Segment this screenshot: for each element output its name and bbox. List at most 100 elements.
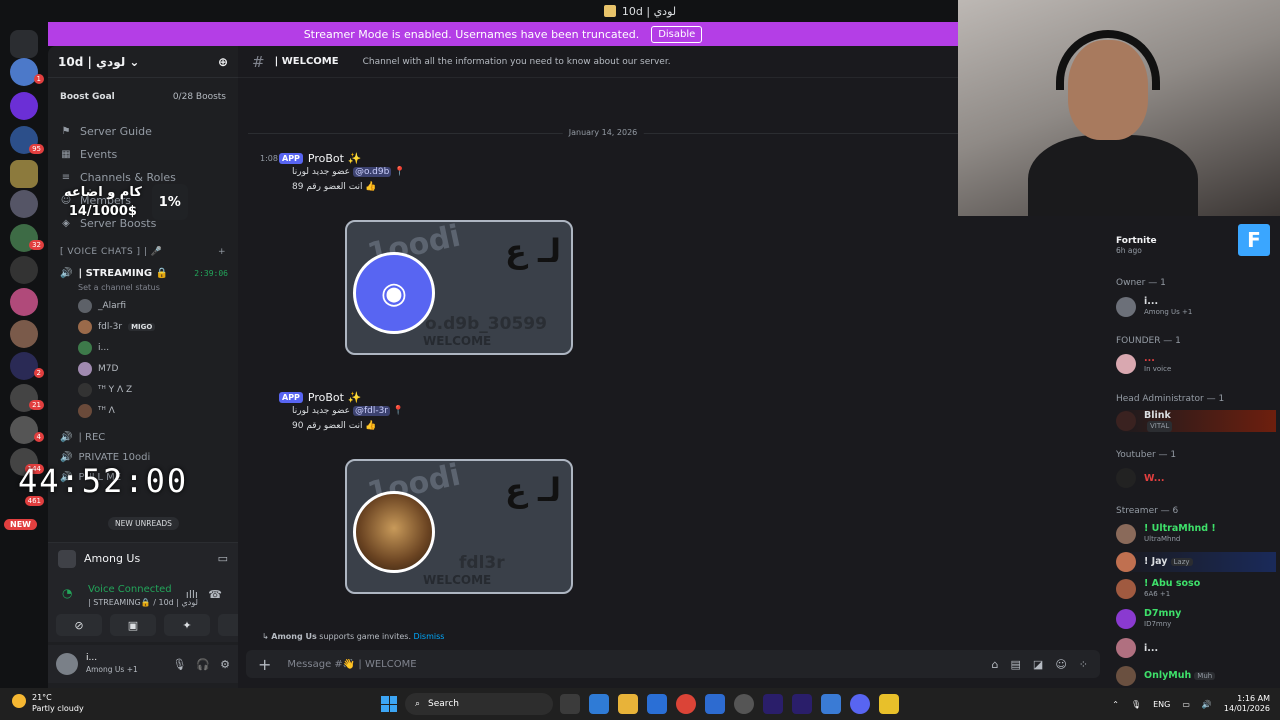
store-icon[interactable]: [647, 694, 667, 714]
voice-user[interactable]: ᵀᴴ Λ: [48, 400, 238, 421]
server-icon[interactable]: [10, 416, 38, 444]
volume-icon[interactable]: 🔊: [1202, 700, 1212, 709]
new-servers-pill[interactable]: NEW: [4, 519, 37, 530]
channel-status-prompt[interactable]: Set a channel status: [48, 283, 238, 295]
member-item[interactable]: ... In voice: [1116, 353, 1276, 375]
task-view-icon[interactable]: [560, 694, 580, 714]
edge-icon[interactable]: [589, 694, 609, 714]
channel-topic[interactable]: Channel with all the information you nee…: [363, 57, 671, 67]
discord-icon[interactable]: [850, 694, 870, 714]
message-input[interactable]: [287, 658, 888, 670]
premiere-icon[interactable]: [792, 694, 812, 714]
voice-user[interactable]: M7D: [48, 358, 238, 379]
screen-share-icon[interactable]: ▭: [218, 552, 228, 565]
weather-widget[interactable]: 21°C Partly cloudy: [12, 692, 84, 714]
language-indicator[interactable]: ENG: [1153, 700, 1170, 709]
user-mention[interactable]: @o.d9b: [352, 167, 392, 177]
gear-icon[interactable]: ⚙: [220, 658, 230, 671]
avatar[interactable]: [56, 653, 78, 675]
taskbar-search[interactable]: ⌕ Search: [405, 693, 553, 715]
shield-icon[interactable]: [821, 694, 841, 714]
nav-events[interactable]: ▦ Events: [48, 143, 238, 166]
server-header[interactable]: 10d | لودي ⌄ ⊕: [48, 46, 238, 78]
chevron-up-icon[interactable]: ⌃: [1112, 700, 1119, 709]
premiere-icon[interactable]: [763, 694, 783, 714]
network-icon[interactable]: ▭: [1182, 700, 1190, 709]
windows-start-icon[interactable]: [381, 696, 397, 712]
apps-icon[interactable]: ⁘: [1079, 658, 1088, 671]
server-icon[interactable]: [10, 352, 38, 380]
member-item[interactable]: ! Abu soso 6A6 +1: [1116, 578, 1276, 600]
voice-channel-streaming[interactable]: 🔊 | STREAMING 🔒 2:39:06: [48, 263, 238, 283]
welcome-card-image[interactable]: 1oodi لـ ع fdl3r WELCOME: [345, 459, 573, 594]
signal-icon[interactable]: ◔: [62, 586, 72, 600]
message-text: عضو جديد لورنا: [292, 167, 353, 177]
server-icon[interactable]: [10, 58, 38, 86]
user-mention[interactable]: @fdl-3r: [352, 406, 390, 416]
new-unreads-pill[interactable]: NEW UNREADS: [108, 517, 179, 530]
voice-user[interactable]: ᵀᴴ Y Λ Z: [48, 379, 238, 400]
noise-icon[interactable]: ıllı: [186, 588, 198, 601]
message[interactable]: 1:08 APP ProBot ✨ عضو جديد لورنا @o.d9b 📍…: [260, 152, 760, 195]
microphone-icon[interactable]: 🎙: [172, 658, 186, 671]
emoji-icon[interactable]: ☺: [1055, 658, 1066, 671]
member-name: OnlyMuh: [1144, 670, 1192, 681]
chrome-icon[interactable]: [676, 694, 696, 714]
file-explorer-icon[interactable]: [618, 694, 638, 714]
camera-off-button[interactable]: ⊘: [56, 614, 102, 636]
welcome-card-image[interactable]: 1oodi لـ ع ◉ o.d9b_30599 WELCOME: [345, 220, 573, 355]
nav-server-guide[interactable]: ⚑ Server Guide: [48, 120, 238, 143]
clock[interactable]: 1:16 AM 14/01/2026: [1224, 694, 1270, 714]
add-user-icon[interactable]: ⊕: [218, 55, 228, 69]
boost-goal[interactable]: Boost Goal 0/28 Boosts: [48, 92, 238, 102]
activities-button[interactable]: ✦: [164, 614, 210, 636]
discord-home-icon[interactable]: [10, 30, 38, 58]
server-icon[interactable]: [10, 190, 38, 218]
plus-icon[interactable]: +: [258, 655, 271, 674]
role-header: Youtuber — 1: [1116, 450, 1177, 460]
member-item[interactable]: i... Among Us +1: [1116, 296, 1276, 318]
server-icon[interactable]: [10, 256, 38, 284]
avatar: [1116, 609, 1136, 629]
guide-icon: ⚑: [61, 126, 71, 137]
among-us-icon[interactable]: [879, 694, 899, 714]
microphone-icon[interactable]: 🎙: [1131, 700, 1141, 709]
voice-channel-rec[interactable]: 🔊 | REC: [48, 427, 238, 447]
voice-controls: ⊘ ▣ ✦ ♫: [56, 614, 264, 636]
message-author[interactable]: ProBot ✨: [308, 152, 361, 165]
share-screen-button[interactable]: ▣: [110, 614, 156, 636]
message[interactable]: APP ProBot ✨ عضو جديد لورنا @fdl-3r 📍 انت…: [260, 391, 760, 434]
obs-icon[interactable]: [734, 694, 754, 714]
member-item[interactable]: ! UltraMhnd ! UltraMhnd: [1116, 523, 1276, 545]
gift-icon[interactable]: ⌂: [992, 658, 999, 671]
app-icon[interactable]: [705, 694, 725, 714]
server-icon[interactable]: [10, 288, 38, 316]
game-title: Fortnite: [1116, 236, 1157, 246]
member-item[interactable]: ! Jay Lazy: [1116, 552, 1276, 572]
gif-icon[interactable]: ▤: [1011, 658, 1021, 671]
member-item[interactable]: OnlyMuh Muh: [1116, 666, 1276, 686]
headphones-icon[interactable]: 🎧: [196, 658, 210, 671]
voice-category[interactable]: [ VOICE CHATS ] | 🎤 +: [48, 247, 238, 257]
server-icon[interactable]: [10, 92, 38, 120]
voice-user[interactable]: fdl-3r MIGO: [48, 316, 238, 337]
sticker-icon[interactable]: ◪: [1033, 658, 1043, 671]
member-item[interactable]: W...: [1116, 468, 1276, 488]
voice-user[interactable]: _Alarfi: [48, 295, 238, 316]
activity-panel[interactable]: Among Us ▭: [48, 542, 238, 574]
voice-user[interactable]: i...: [48, 337, 238, 358]
member-item[interactable]: i...: [1116, 638, 1276, 658]
member-name: ! UltraMhnd !: [1144, 523, 1216, 534]
member-item[interactable]: D7mny ID7mny: [1116, 608, 1276, 630]
disable-streamer-mode-button[interactable]: Disable: [651, 25, 703, 43]
game-activity[interactable]: Fortnite 6h ago: [1116, 236, 1157, 255]
user-info[interactable]: i... Among Us +1: [86, 653, 138, 675]
add-channel-icon[interactable]: +: [218, 247, 226, 257]
active-server-icon[interactable]: [10, 160, 38, 188]
disconnect-icon[interactable]: ☎: [208, 588, 222, 601]
dismiss-link[interactable]: Dismiss: [414, 632, 445, 641]
voice-channel-path[interactable]: | STREAMING🔒 / 10d | لودي: [88, 598, 198, 607]
server-icon[interactable]: [10, 320, 38, 348]
member-item[interactable]: Blink VITAL: [1116, 410, 1276, 432]
message-author[interactable]: ProBot ✨: [308, 391, 361, 404]
